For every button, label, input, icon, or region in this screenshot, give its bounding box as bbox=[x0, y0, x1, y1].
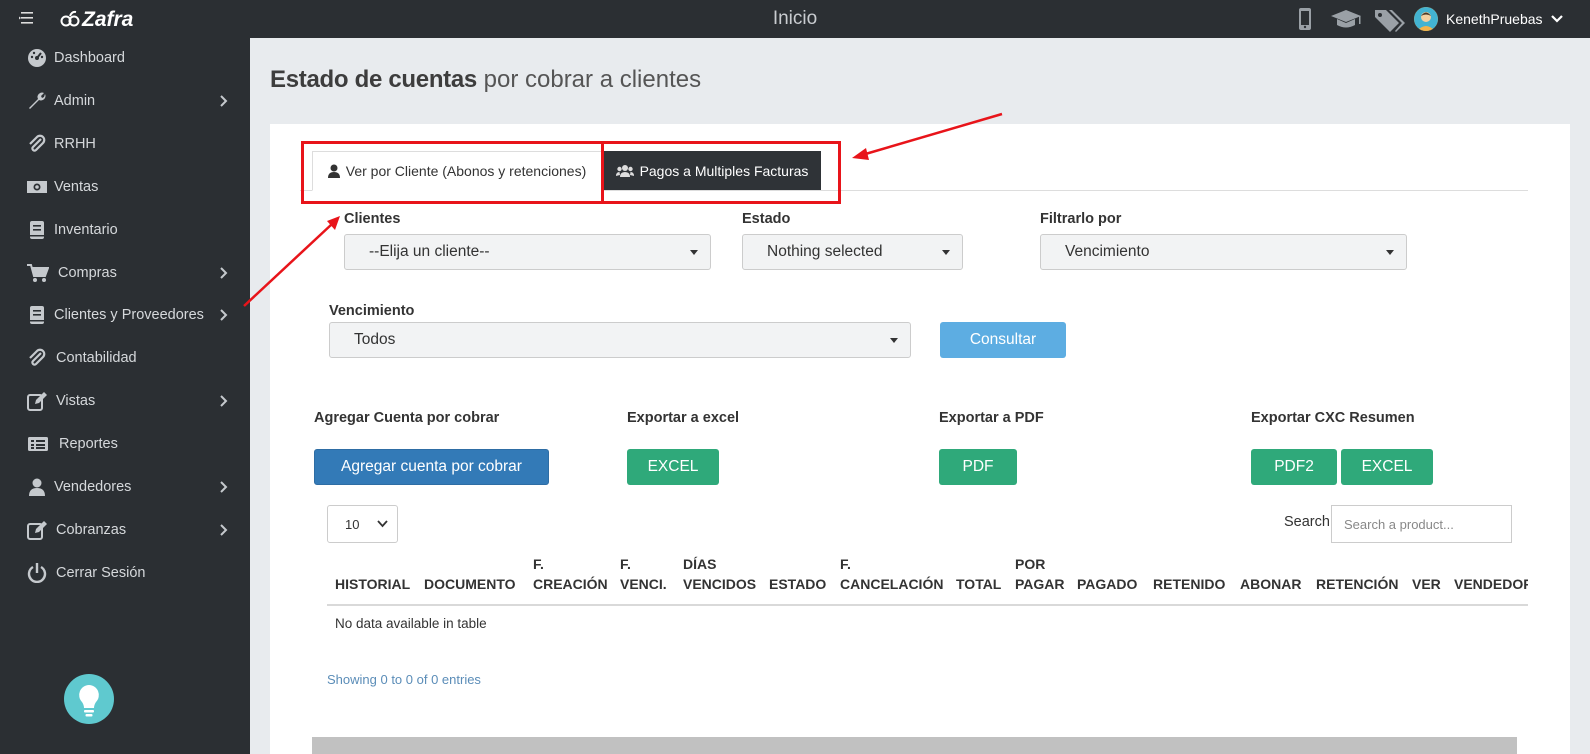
arrow-head-right bbox=[852, 148, 869, 160]
arrow-line-left bbox=[243, 223, 333, 307]
arrow-line-right bbox=[861, 112, 1003, 157]
annotation-arrows bbox=[243, 112, 1003, 307]
